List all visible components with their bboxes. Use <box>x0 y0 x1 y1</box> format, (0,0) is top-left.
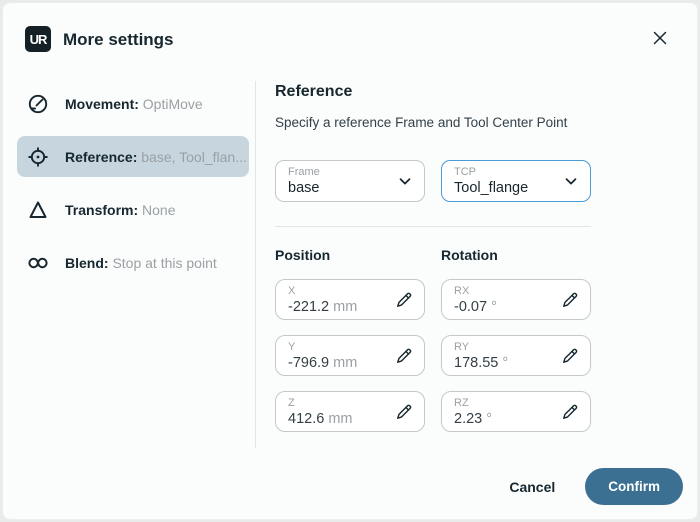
rotation-ry-field[interactable]: RY 178.55 ° <box>441 335 591 376</box>
position-z-field[interactable]: Z 412.6 mm <box>275 391 425 432</box>
field-unit: mm <box>328 411 352 427</box>
infinity-icon <box>25 250 51 276</box>
position-x-field[interactable]: X -221.2 mm <box>275 279 425 320</box>
field-line: -221.2 mm <box>288 298 390 316</box>
field-value: 178.55 <box>454 355 498 371</box>
field-label: RY <box>454 340 556 354</box>
edit-pencil-icon[interactable] <box>393 401 415 423</box>
position-y-field[interactable]: Y -796.9 mm <box>275 335 425 376</box>
frame-dropdown-label: Frame <box>288 165 394 179</box>
rotation-header: Rotation <box>441 247 591 263</box>
field-unit: ° <box>486 411 492 427</box>
field-value: 2.23 <box>454 411 482 427</box>
sidebar-item-label: Transform: <box>65 202 138 218</box>
panel-title: Reference <box>275 83 591 101</box>
dialog-footer: Cancel Confirm <box>507 468 683 505</box>
dialog-title: More settings <box>63 30 174 50</box>
close-button[interactable] <box>647 25 673 51</box>
field-unit: mm <box>333 355 357 371</box>
close-icon <box>649 27 671 49</box>
rotation-column: Rotation RX -0.07 ° RY 178.55 ° <box>441 247 591 447</box>
panel-subtitle: Specify a reference Frame and Tool Cente… <box>275 115 591 130</box>
field-line: 2.23 ° <box>454 410 556 428</box>
sidebar-item-text: Movement: OptiMove <box>65 96 203 112</box>
field-label: Y <box>288 340 390 354</box>
field-unit: ° <box>502 355 508 371</box>
sidebar-divider <box>255 81 256 448</box>
gauge-icon <box>25 91 51 117</box>
sidebar-item-transform[interactable]: Transform: None <box>17 189 249 230</box>
chevron-down-icon <box>562 172 580 190</box>
sidebar-item-value: OptiMove <box>143 96 203 112</box>
sidebar-item-label: Blend: <box>65 255 109 271</box>
field-value: -0.07 <box>454 299 487 315</box>
sidebar-item-value: base, Tool_flan... <box>141 149 247 165</box>
tcp-dropdown[interactable]: TCP Tool_flange <box>441 160 591 202</box>
reference-panel: Reference Specify a reference Frame and … <box>275 83 591 447</box>
frame-dropdown-value: base <box>288 179 394 197</box>
field-line: 412.6 mm <box>288 410 390 428</box>
field-value: -796.9 <box>288 355 329 371</box>
sidebar-item-movement[interactable]: Movement: OptiMove <box>17 83 249 124</box>
cancel-button[interactable]: Cancel <box>507 471 557 503</box>
rotation-rx-field[interactable]: RX -0.07 ° <box>441 279 591 320</box>
sidebar-item-label: Movement: <box>65 96 139 112</box>
position-column: Position X -221.2 mm Y -796.9 mm <box>275 247 425 447</box>
triangle-icon <box>25 197 51 223</box>
field-unit: ° <box>491 299 497 315</box>
tcp-dropdown-value: Tool_flange <box>454 179 560 197</box>
field-line: 178.55 ° <box>454 354 556 372</box>
settings-sidebar: Movement: OptiMove Reference: base, Tool… <box>17 83 249 295</box>
sidebar-item-value: Stop at this point <box>112 255 216 271</box>
field-label: Z <box>288 396 390 410</box>
sidebar-item-text: Transform: None <box>65 202 175 218</box>
field-line: -0.07 ° <box>454 298 556 316</box>
sidebar-item-value: None <box>142 202 175 218</box>
section-divider <box>275 226 591 227</box>
edit-pencil-icon[interactable] <box>559 289 581 311</box>
field-value: 412.6 <box>288 411 324 427</box>
sidebar-item-blend[interactable]: Blend: Stop at this point <box>17 242 249 283</box>
edit-pencil-icon[interactable] <box>559 401 581 423</box>
sidebar-item-label: Reference: <box>65 149 137 165</box>
frame-dropdown[interactable]: Frame base <box>275 160 425 202</box>
sidebar-item-reference[interactable]: Reference: base, Tool_flan... <box>17 136 249 177</box>
field-label: RZ <box>454 396 556 410</box>
confirm-button[interactable]: Confirm <box>585 468 683 505</box>
tcp-dropdown-label: TCP <box>454 165 560 179</box>
field-line: -796.9 mm <box>288 354 390 372</box>
sidebar-item-text: Blend: Stop at this point <box>65 255 217 271</box>
field-label: X <box>288 284 390 298</box>
field-unit: mm <box>333 299 357 315</box>
field-label: RX <box>454 284 556 298</box>
field-value: -221.2 <box>288 299 329 315</box>
sidebar-item-text: Reference: base, Tool_flan... <box>65 149 247 165</box>
dialog-header: UR More settings <box>3 3 697 67</box>
rotation-rz-field[interactable]: RZ 2.23 ° <box>441 391 591 432</box>
ur-logo-icon: UR <box>25 26 51 52</box>
chevron-down-icon <box>396 172 414 190</box>
pose-columns: Position X -221.2 mm Y -796.9 mm <box>275 247 591 447</box>
edit-pencil-icon[interactable] <box>393 289 415 311</box>
reference-dropdowns: Frame base TCP Tool_flange <box>275 160 591 202</box>
edit-pencil-icon[interactable] <box>393 345 415 367</box>
edit-pencil-icon[interactable] <box>559 345 581 367</box>
more-settings-dialog: UR More settings Movement: OptiMove <box>2 2 698 520</box>
position-header: Position <box>275 247 425 263</box>
target-icon <box>25 144 51 170</box>
